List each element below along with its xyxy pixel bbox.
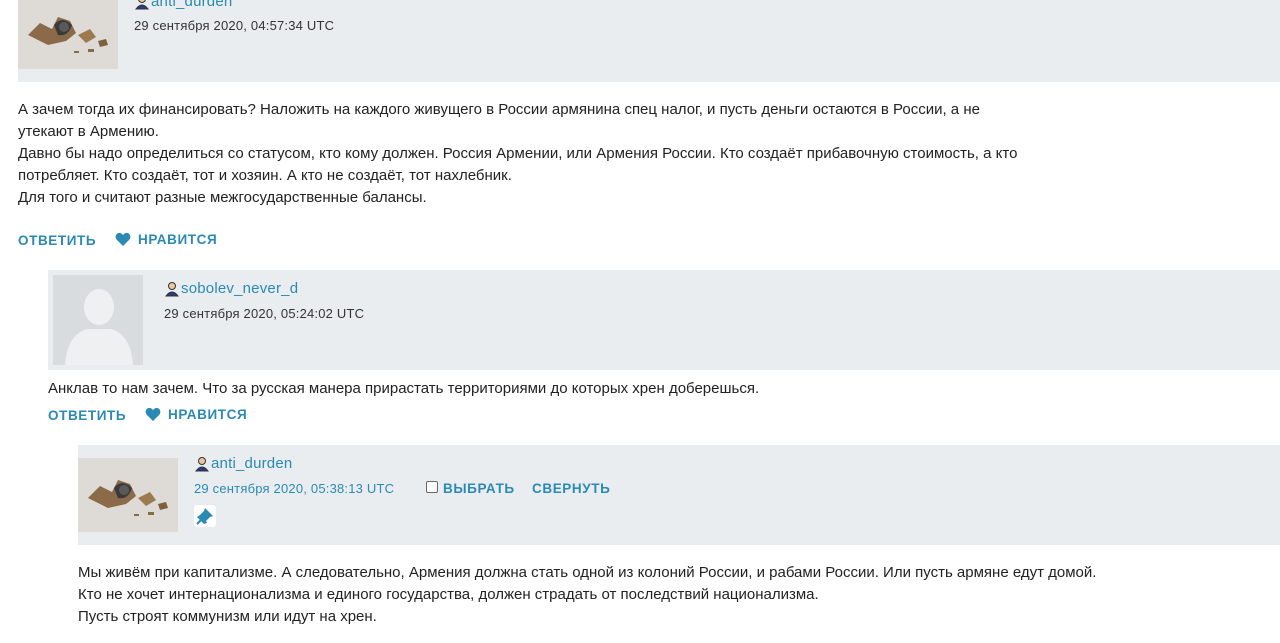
comment-line: Для того и считают разные межгосударстве… [18,189,427,206]
user-icon [134,0,150,9]
reply-label: ОТВЕТИТЬ [18,233,97,248]
heart-icon [145,407,161,421]
comment-body: А зачем тогда их финансировать? Наложить… [18,99,1017,209]
default-avatar-icon [53,275,143,365]
comment-line: Давно бы надо определиться со статусом, … [18,145,1018,162]
photo-avatar-icon [18,0,118,69]
comment-line: Анклав то нам зачем. Что за русская мане… [48,380,760,397]
comment-line: утекают в Армению. [18,123,159,140]
username: sobolev_never_d [181,280,299,297]
avatar[interactable] [53,275,143,365]
username-link[interactable]: anti_durden [194,455,292,472]
username: anti_durden [151,0,233,10]
select-label: ВЫБРАТЬ [443,481,515,496]
comment-line: Кто не хочет интернационализма и единого… [78,586,819,603]
comment-line: потребляет. Кто создаёт, тот и хозяин. А… [18,167,512,184]
comment-body: Анклав то нам зачем. Что за русская мане… [48,378,759,400]
comment-header [18,0,1280,82]
comment-timestamp-link[interactable]: 29 сентября 2020, 05:38:13 UTC [194,481,394,496]
like-label: НРАВИТСЯ [138,232,218,247]
comment-body: Мы живём при капитализме. А следовательн… [78,562,1096,628]
comment-line: Пусть строят коммунизм или идут на хрен. [78,608,377,625]
user-icon [194,456,210,471]
reply-button[interactable]: ОТВЕТИТЬ [48,408,126,423]
reply-button[interactable]: ОТВЕТИТЬ [18,233,96,248]
heart-icon [115,232,131,246]
comment-timestamp: 29 сентября 2020, 05:24:02 UTC [164,306,365,321]
comment-line: А зачем тогда их финансировать? Наложить… [18,101,980,118]
avatar[interactable] [18,0,118,69]
user-icon [164,281,180,296]
collapse-button[interactable]: СВЕРНУТЬ [532,481,610,496]
comment-timestamp: 29 сентября 2020, 04:57:34 UTC [134,18,335,33]
username-link[interactable]: anti_durden [134,0,232,10]
like-label: НРАВИТСЯ [168,407,248,422]
select-checkbox[interactable] [426,481,438,493]
like-button[interactable]: НРАВИТСЯ [115,232,217,247]
pin-button[interactable] [194,505,216,527]
avatar[interactable] [78,458,178,532]
reply-label: ОТВЕТИТЬ [48,408,127,423]
pin-icon [196,508,213,525]
like-button[interactable]: НРАВИТСЯ [145,407,247,422]
comment-line: Мы живём при капитализме. А следовательн… [78,564,1097,581]
collapse-label: СВЕРНУТЬ [532,481,611,496]
select-button[interactable]: ВЫБРАТЬ [443,481,515,496]
username: anti_durden [211,455,293,472]
username-link[interactable]: sobolev_never_d [164,280,298,297]
photo-avatar-icon [78,458,178,532]
